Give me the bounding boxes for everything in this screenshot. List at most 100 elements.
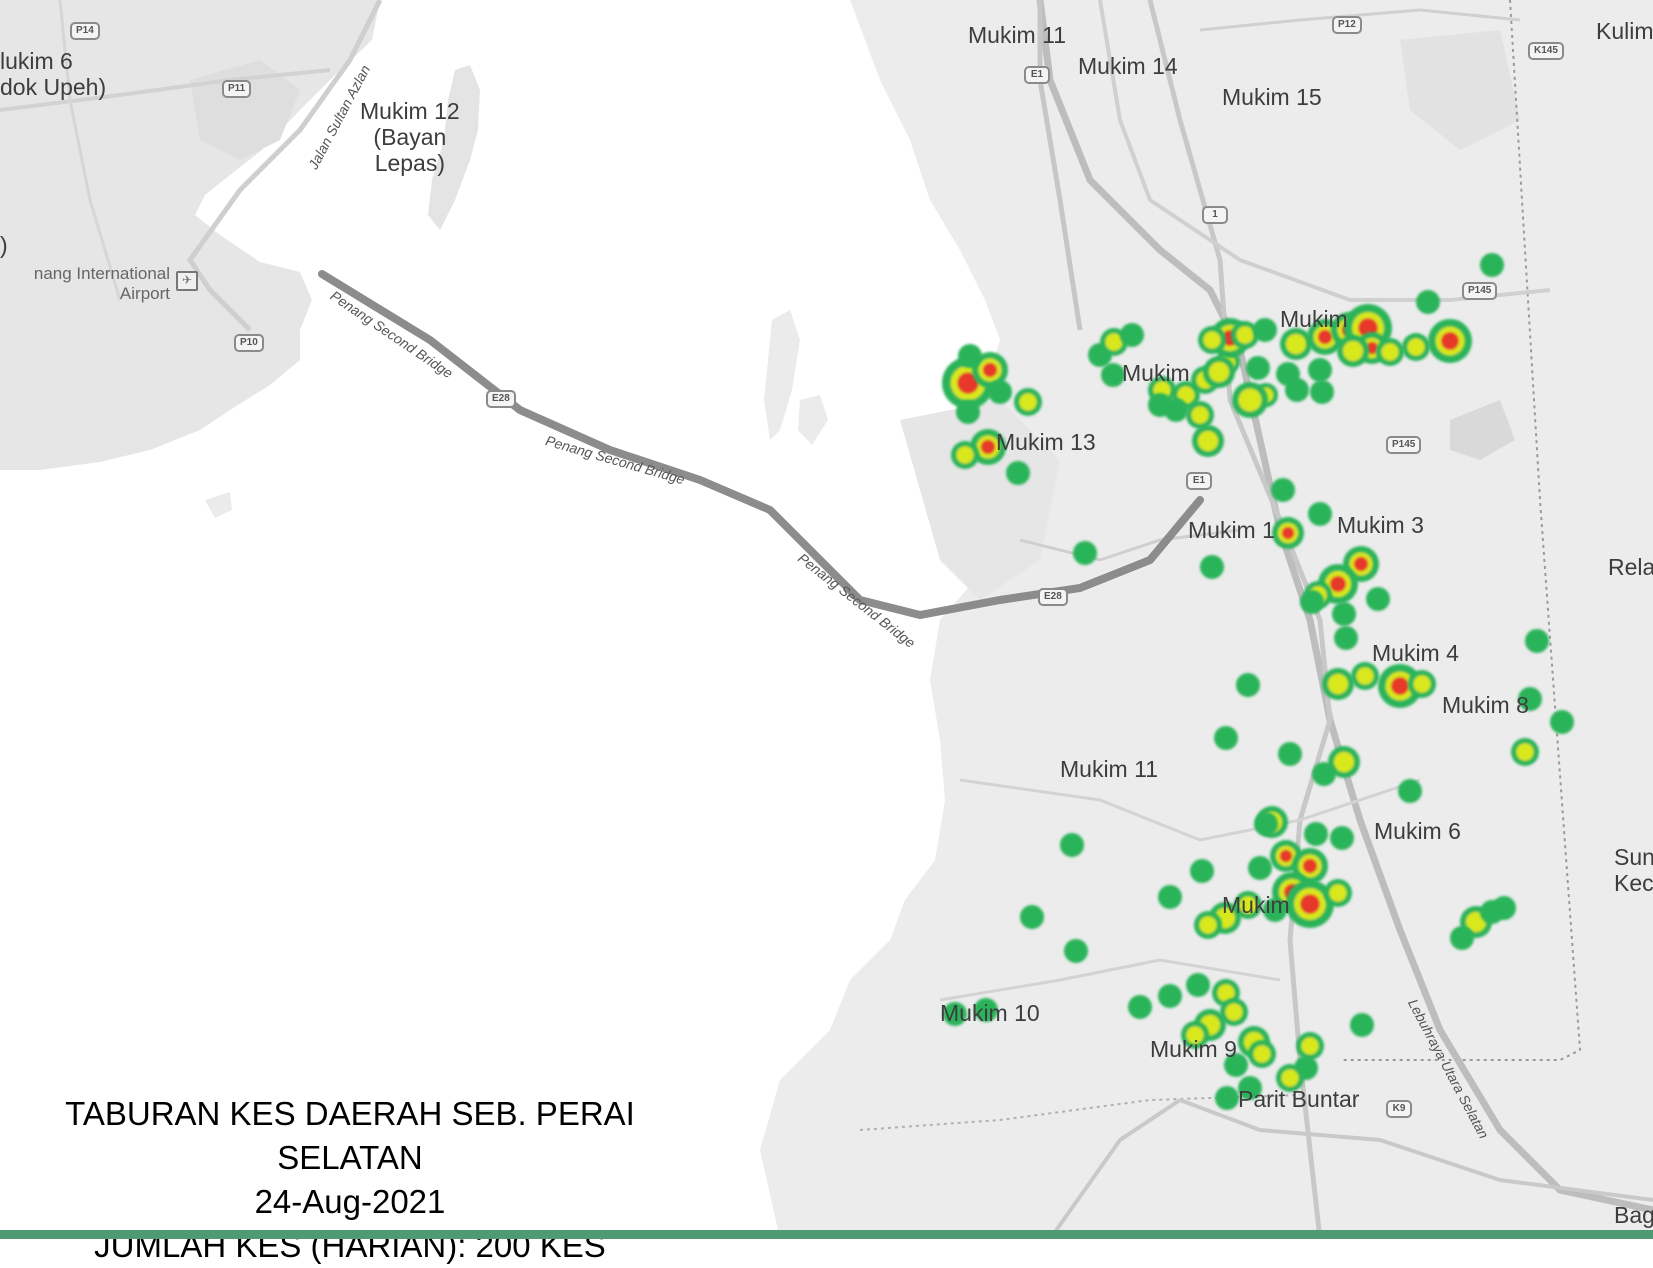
heat-blob (1064, 939, 1088, 963)
airport-icon: ✈ (176, 271, 198, 291)
heat-blob-outer (1492, 896, 1516, 920)
map-caption: TABURAN KES DAERAH SEB. PERAI SELATAN 24… (40, 1092, 660, 1268)
heat-blob (1190, 859, 1214, 883)
road-shield: P11 (222, 80, 252, 98)
heat-blob-outer (1006, 461, 1030, 485)
place-label: lukim 6 dok Upeh) (0, 48, 107, 100)
heat-blob-outer (1200, 555, 1224, 579)
heat-blob (1164, 398, 1188, 422)
heat-blob (1198, 326, 1226, 354)
road-shield: P10 (234, 334, 264, 352)
heat-blob-outer (1310, 380, 1334, 404)
heat-blob-outer (1550, 710, 1574, 734)
heat-blob (1376, 338, 1404, 366)
heat-blob-outer (1480, 253, 1504, 277)
heat-blob-mid (1413, 675, 1431, 693)
heat-blob-mid (1329, 884, 1347, 902)
heat-blob-mid (1225, 1003, 1243, 1021)
heat-blob (1120, 323, 1144, 347)
place-label: Mukim 10 (940, 1000, 1040, 1026)
road-shield: P14 (70, 22, 100, 40)
heat-blob-outer (1271, 478, 1295, 502)
heat-blob-outer (1064, 939, 1088, 963)
heat-blob-outer (1020, 905, 1044, 929)
case-heatmap[interactable]: lukim 6 dok Upeh) Mukim 12 (Bayan Lepas)… (0, 0, 1653, 1264)
heat-blob-outer (1236, 673, 1260, 697)
heat-blob-core (982, 362, 998, 378)
heat-blob-mid (956, 446, 974, 464)
heat-blob-core (1281, 526, 1295, 540)
heat-blob-core (1441, 332, 1459, 350)
heat-blob-outer (956, 400, 980, 424)
heat-blob-outer (988, 380, 1012, 404)
place-label: nang International Airport (33, 264, 170, 303)
heat-blob-outer (1278, 742, 1302, 766)
heat-blob-outer (1525, 629, 1549, 653)
heat-blob (1271, 478, 1295, 502)
heat-blob-outer (1416, 290, 1440, 314)
heat-blob-mid (1019, 393, 1037, 411)
heat-blob-outer (1398, 779, 1422, 803)
heat-blob (1337, 335, 1369, 367)
heat-blob (1366, 587, 1390, 611)
heat-blob-outer (1215, 1086, 1239, 1110)
heat-blob (1236, 673, 1260, 697)
heat-blob (1304, 822, 1328, 846)
place-label: Rela (1608, 554, 1653, 580)
heat-blob-core (1300, 894, 1320, 914)
heat-blob (1158, 984, 1182, 1008)
heat-blob-core (1329, 575, 1347, 593)
road-shield: E28 (486, 390, 516, 408)
caption-date: 24-Aug-2021 (254, 1183, 446, 1220)
road-shield: K145 (1528, 42, 1564, 60)
heat-blob-outer (1158, 885, 1182, 909)
heat-blob-mid (1199, 916, 1217, 934)
heat-blob (1276, 362, 1300, 386)
heat-blob (1158, 885, 1182, 909)
heat-blob-outer (1276, 362, 1300, 386)
heat-blob-outer (1312, 762, 1336, 786)
place-label: Mukim 15 (1222, 84, 1322, 110)
heat-blob-mid (1253, 1045, 1271, 1063)
caption-subtitle: SELATAN (277, 1139, 423, 1176)
heat-blob-outer (1308, 358, 1332, 382)
heat-blob (1450, 926, 1474, 950)
heat-blob-outer (1332, 602, 1356, 626)
heat-blob-core (1279, 849, 1293, 863)
heat-blob (1310, 380, 1334, 404)
heat-blob-mid (1356, 667, 1374, 685)
heat-blob (1006, 461, 1030, 485)
heat-blob (1398, 779, 1422, 803)
heat-blob-mid (1327, 673, 1349, 695)
heat-blob (1416, 290, 1440, 314)
place-label: Mukim 6 (1374, 818, 1461, 844)
heat-blob (1312, 762, 1336, 786)
heat-blob (1248, 1040, 1276, 1068)
heat-blob-core (980, 439, 996, 455)
road-shield: P145 (1462, 282, 1498, 300)
heat-blob (1194, 911, 1222, 939)
heat-blob-mid (1236, 326, 1254, 344)
heat-blob-mid (1342, 340, 1364, 362)
place-label: Mukim 11 (1060, 756, 1158, 782)
caption-title: TABURAN KES DAERAH SEB. PERAI (65, 1095, 635, 1132)
heat-blob (1330, 826, 1354, 850)
road-shield: E1 (1024, 66, 1050, 84)
heat-blob (1248, 856, 1272, 880)
heat-blob (1020, 905, 1044, 929)
place-label: Mukim (1280, 306, 1348, 332)
heat-blob (1525, 629, 1549, 653)
heat-blob (956, 400, 980, 424)
place-label: Mukim 9 (1150, 1036, 1237, 1062)
heat-blob (1060, 833, 1084, 857)
heat-blob (1203, 356, 1235, 388)
place-label: Mukim 13 (996, 429, 1096, 455)
heatmap-layer (942, 253, 1574, 1110)
heat-blob-outer (1120, 323, 1144, 347)
heat-blob (1280, 328, 1312, 360)
bottom-bar (0, 1230, 1653, 1239)
heat-blob-core (1353, 556, 1369, 572)
heat-blob (958, 344, 982, 368)
place-label: Parit Buntar (1238, 1086, 1360, 1112)
heat-blob (1232, 382, 1268, 418)
